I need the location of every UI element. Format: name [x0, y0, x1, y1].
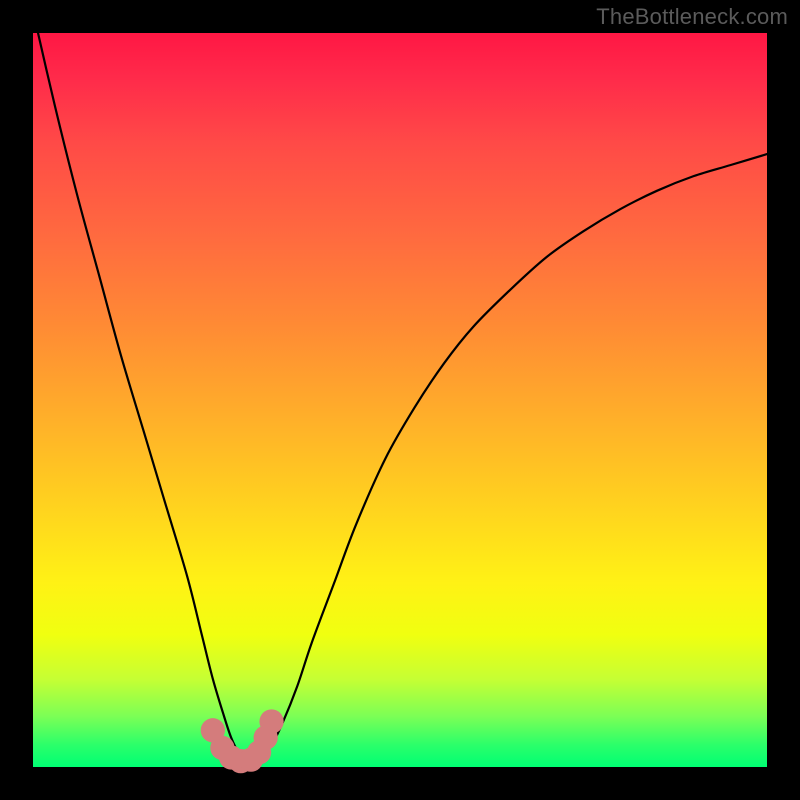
chart-svg [33, 33, 767, 767]
watermark-text: TheBottleneck.com [596, 4, 788, 30]
curve-beads [201, 709, 284, 773]
bead-marker [259, 709, 283, 733]
plot-area [33, 33, 767, 767]
bottleneck-curve [33, 11, 767, 760]
outer-frame: TheBottleneck.com [0, 0, 800, 800]
